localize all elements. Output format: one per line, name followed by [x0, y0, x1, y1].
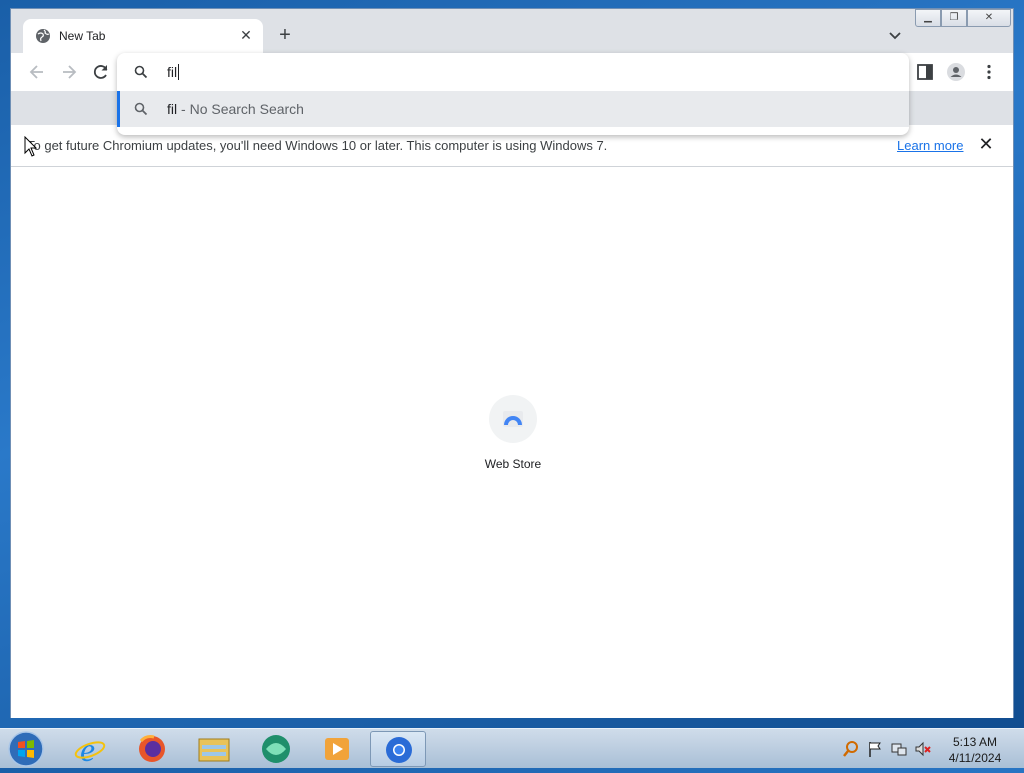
selection-indicator [117, 91, 120, 127]
network-icon[interactable] [890, 740, 908, 758]
globe-icon [36, 29, 50, 43]
more-menu-icon[interactable] [979, 62, 999, 82]
web-store-icon [503, 411, 523, 427]
search-icon [134, 102, 148, 116]
search-icon[interactable] [842, 740, 860, 758]
close-window-button[interactable]: ✕ [967, 9, 1011, 27]
svg-text:e: e [80, 732, 95, 767]
tab-title: New Tab [59, 29, 106, 43]
profile-avatar-icon[interactable] [946, 62, 966, 82]
suggestion-query: fil [167, 101, 178, 117]
tab-close-icon[interactable]: ✕ [237, 26, 255, 44]
shortcut-web-store[interactable]: Web Store [469, 395, 557, 471]
suggestion-text: fil - No Search Search [167, 101, 304, 117]
reload-icon[interactable] [91, 62, 111, 82]
plus-icon[interactable]: + [275, 25, 295, 46]
chromium-icon[interactable] [370, 731, 426, 767]
media-app-icon[interactable] [248, 731, 304, 767]
volume-muted-icon[interactable] [914, 740, 932, 758]
tab-new-tab[interactable]: New Tab ✕ [23, 19, 263, 53]
system-clock[interactable]: 5:13 AM 4/11/2024 [940, 734, 1010, 766]
web-store-tile [489, 395, 537, 443]
search-icon [134, 65, 148, 79]
firefox-icon[interactable] [124, 731, 180, 767]
side-panel-icon[interactable] [915, 62, 935, 82]
tab-strip: New Tab ✕ + ▁ ❐ ✕ [11, 9, 1013, 53]
forward-arrow-icon[interactable] [59, 62, 79, 82]
chevron-down-icon[interactable] [887, 28, 903, 44]
maximize-button[interactable]: ❐ [941, 9, 967, 27]
shortcut-label: Web Store [484, 457, 542, 471]
flag-icon[interactable] [866, 740, 884, 758]
new-tab-page: Web Store [11, 167, 1013, 718]
browser-window: New Tab ✕ + ▁ ❐ ✕ fil fil - No Search Se… [10, 8, 1014, 718]
media-player-icon[interactable] [310, 731, 366, 767]
internet-explorer-icon[interactable]: e [62, 731, 118, 769]
start-button[interactable] [6, 729, 46, 769]
minimize-button[interactable]: ▁ [915, 9, 941, 27]
learn-more-link[interactable]: Learn more [897, 138, 963, 153]
suggestion-separator: - [177, 101, 190, 117]
clock-time: 5:13 AM [952, 735, 998, 749]
infobar-message: To get future Chromium updates, you'll n… [27, 138, 608, 153]
suggestion-engine: No Search Search [189, 101, 304, 117]
back-arrow-icon[interactable] [27, 62, 47, 82]
text-caret [178, 64, 180, 80]
mouse-cursor-icon [24, 136, 38, 157]
file-explorer-icon[interactable] [186, 731, 242, 767]
omnibox-query-text: fil [167, 64, 178, 80]
omnibox-input-row[interactable]: fil [117, 53, 909, 91]
omnibox-dropdown: fil fil - No Search Search [117, 53, 909, 135]
close-icon[interactable]: ✕ [977, 135, 995, 153]
clock-date: 4/11/2024 [948, 751, 1002, 765]
taskbar: e 5:13 AM 4/11/2024 [0, 728, 1024, 769]
omnibox-input[interactable]: fil [167, 64, 180, 80]
omnibox-suggestion[interactable]: fil - No Search Search [117, 91, 909, 127]
